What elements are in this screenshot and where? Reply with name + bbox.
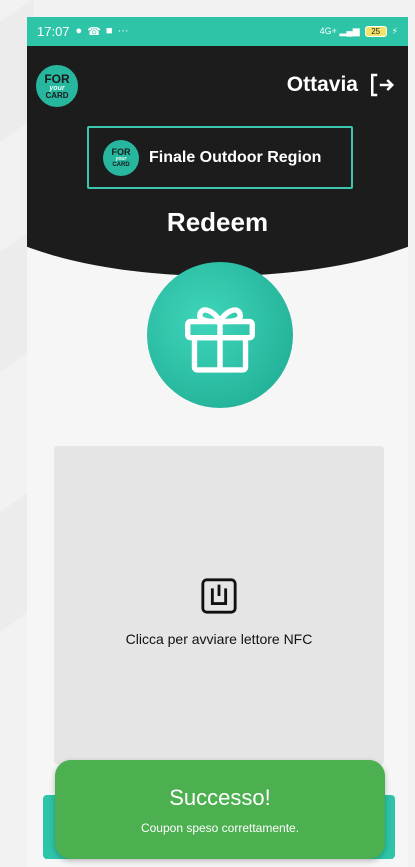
toast-message: Coupon speso correttamente. <box>140 820 300 835</box>
region-logo: FOR your CARD <box>103 139 139 176</box>
status-notification-icons: ● ☎ ■ ··· <box>76 25 129 38</box>
nfc-icon <box>201 578 237 614</box>
gift-badge <box>147 262 293 408</box>
phone-screen: 17:07 ● ☎ ■ ··· 4G+ ▂▄▆ 25 ⚡ FOR your CA… <box>27 17 408 867</box>
app-logo: FOR your CARD <box>34 63 80 109</box>
success-toast: Successo! Coupon speso correttamente. <box>55 760 385 859</box>
logout-icon[interactable] <box>366 70 396 100</box>
signal-icon: 4G+ ▂▄▆ <box>319 26 360 36</box>
charging-icon: ⚡ <box>391 26 398 36</box>
battery-icon: 25 <box>364 26 387 37</box>
region-label: Finale Outdoor Region <box>149 148 322 166</box>
page-title: Redeem <box>166 207 269 237</box>
toast-title: Successo! <box>169 784 271 810</box>
user-logout[interactable]: Ottavia <box>287 70 396 100</box>
phone-icon: ☎ <box>87 26 101 38</box>
video-icon: ■ <box>105 25 113 37</box>
status-right-icons: 4G+ ▂▄▆ 25 ⚡ <box>320 26 398 37</box>
nfc-reader-area[interactable]: Clicca per avviare lettore NFC <box>54 446 384 764</box>
region-selector-button[interactable]: FOR your CARD Finale Outdoor Region <box>87 126 353 189</box>
status-time: 17:07 <box>37 24 70 39</box>
status-bar: 17:07 ● ☎ ■ ··· 4G+ ▂▄▆ 25 ⚡ <box>27 17 408 46</box>
gift-icon <box>185 307 255 373</box>
user-name: Ottavia <box>286 73 358 96</box>
chat-icon: ● <box>75 25 83 37</box>
more-icon: ··· <box>117 25 129 37</box>
nfc-label: Clicca per avviare lettore NFC <box>125 631 313 647</box>
